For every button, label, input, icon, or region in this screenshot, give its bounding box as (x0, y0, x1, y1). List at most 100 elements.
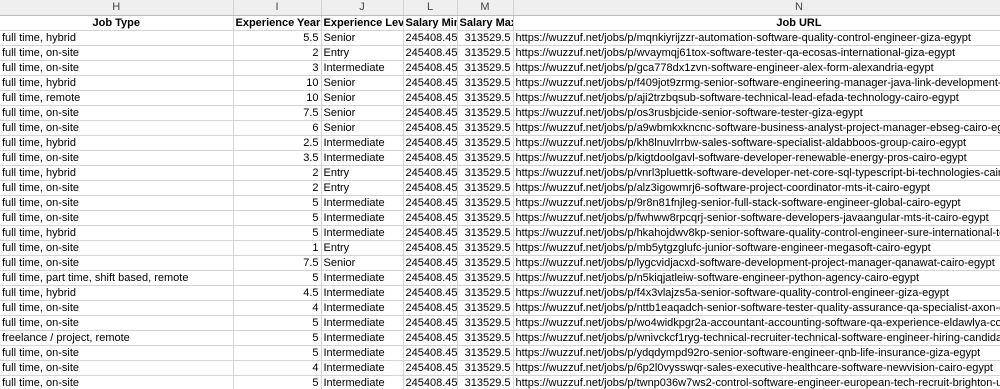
table-cell[interactable]: full time, on-site (0, 195, 234, 211)
header-cell[interactable]: Salary Min (403, 15, 458, 31)
table-cell[interactable]: 245408.45 (403, 210, 458, 226)
table-cell[interactable]: Intermediate (321, 360, 404, 376)
table-cell[interactable]: full time, on-site (0, 105, 234, 121)
table-cell[interactable]: full time, on-site (0, 360, 234, 376)
table-cell[interactable]: full time, on-site (0, 300, 234, 316)
table-cell[interactable]: 245408.45 (403, 315, 458, 331)
table-cell[interactable]: 313529.5 (457, 300, 514, 316)
table-cell[interactable]: Intermediate (321, 315, 404, 331)
table-cell[interactable]: Intermediate (321, 210, 404, 226)
table-cell[interactable]: https://wuzzuf.net/jobs/p/f409jot9zrmg-s… (513, 75, 1000, 91)
table-cell[interactable]: 245408.45 (403, 240, 458, 256)
column-header-m[interactable]: M (457, 0, 514, 16)
table-cell[interactable]: 2 (233, 45, 322, 61)
table-cell[interactable]: Intermediate (321, 150, 404, 166)
table-cell[interactable]: Intermediate (321, 300, 404, 316)
table-cell[interactable]: 313529.5 (457, 210, 514, 226)
table-cell[interactable]: full time, remote (0, 90, 234, 106)
table-cell[interactable]: 4 (233, 300, 322, 316)
table-cell[interactable]: Entry (321, 180, 404, 196)
table-cell[interactable]: https://wuzzuf.net/jobs/p/kigtdoolgavl-s… (513, 150, 1000, 166)
table-cell[interactable]: 313529.5 (457, 345, 514, 361)
table-cell[interactable]: https://wuzzuf.net/jobs/p/nttb1eaqadch-s… (513, 300, 1000, 316)
table-cell[interactable]: 313529.5 (457, 240, 514, 256)
table-cell[interactable]: full time, on-site (0, 315, 234, 331)
table-cell[interactable]: Senior (321, 255, 404, 271)
table-cell[interactable]: 245408.45 (403, 105, 458, 121)
table-cell[interactable]: 5 (233, 195, 322, 211)
table-cell[interactable]: Intermediate (321, 285, 404, 301)
table-cell[interactable]: full time, on-site (0, 150, 234, 166)
table-cell[interactable]: 245408.45 (403, 90, 458, 106)
table-cell[interactable]: full time, hybrid (0, 165, 234, 181)
table-cell[interactable]: full time, on-site (0, 210, 234, 226)
header-cell[interactable]: Job Type (0, 15, 234, 31)
table-cell[interactable]: Intermediate (321, 60, 404, 76)
table-cell[interactable]: Intermediate (321, 330, 404, 346)
table-cell[interactable]: 245408.45 (403, 165, 458, 181)
column-header-n[interactable]: N (513, 0, 1000, 16)
table-cell[interactable]: 313529.5 (457, 90, 514, 106)
table-cell[interactable]: https://wuzzuf.net/jobs/p/9r8n81fnjleg-s… (513, 195, 1000, 211)
table-cell[interactable]: freelance / project, remote (0, 330, 234, 346)
table-cell[interactable]: 5.5 (233, 30, 322, 46)
table-cell[interactable]: 313529.5 (457, 195, 514, 211)
table-cell[interactable]: 5 (233, 330, 322, 346)
table-cell[interactable]: https://wuzzuf.net/jobs/p/vnrl3pluettk-s… (513, 165, 1000, 181)
table-cell[interactable]: https://wuzzuf.net/jobs/p/wo4widkpgr2a-a… (513, 315, 1000, 331)
table-cell[interactable]: full time, hybrid (0, 285, 234, 301)
table-cell[interactable]: 313529.5 (457, 315, 514, 331)
table-cell[interactable]: 5 (233, 345, 322, 361)
table-cell[interactable]: https://wuzzuf.net/jobs/p/hkahojdwv8kp-s… (513, 225, 1000, 241)
table-cell[interactable]: 10 (233, 75, 322, 91)
table-cell[interactable]: https://wuzzuf.net/jobs/p/aji2trzbqsub-s… (513, 90, 1000, 106)
table-cell[interactable]: 4.5 (233, 285, 322, 301)
table-cell[interactable]: 6 (233, 120, 322, 136)
table-cell[interactable]: 313529.5 (457, 255, 514, 271)
table-cell[interactable]: Senior (321, 75, 404, 91)
table-cell[interactable]: https://wuzzuf.net/jobs/p/os3rusbjcide-s… (513, 105, 1000, 121)
table-cell[interactable]: https://wuzzuf.net/jobs/p/gca778dx1zvn-s… (513, 60, 1000, 76)
table-cell[interactable]: full time, on-site (0, 255, 234, 271)
table-cell[interactable]: 3 (233, 60, 322, 76)
table-cell[interactable]: 245408.45 (403, 60, 458, 76)
table-cell[interactable]: Intermediate (321, 375, 404, 389)
table-cell[interactable]: 245408.45 (403, 135, 458, 151)
table-cell[interactable]: 7.5 (233, 255, 322, 271)
column-header-j[interactable]: J (321, 0, 404, 16)
table-cell[interactable]: https://wuzzuf.net/jobs/p/mb5ytgzglufc-j… (513, 240, 1000, 256)
table-cell[interactable]: https://wuzzuf.net/jobs/p/f4x3vlajzs5a-s… (513, 285, 1000, 301)
header-cell[interactable]: Job URL (513, 15, 1000, 31)
table-cell[interactable]: 5 (233, 210, 322, 226)
table-cell[interactable]: https://wuzzuf.net/jobs/p/alz3igowmrj6-s… (513, 180, 1000, 196)
table-cell[interactable]: 313529.5 (457, 165, 514, 181)
table-cell[interactable]: Senior (321, 30, 404, 46)
table-cell[interactable]: 10 (233, 90, 322, 106)
table-cell[interactable]: 245408.45 (403, 30, 458, 46)
table-cell[interactable]: Entry (321, 240, 404, 256)
table-cell[interactable]: 5 (233, 375, 322, 389)
table-cell[interactable]: full time, on-site (0, 45, 234, 61)
table-cell[interactable]: 4 (233, 360, 322, 376)
table-cell[interactable]: 245408.45 (403, 375, 458, 389)
table-cell[interactable]: full time, hybrid (0, 75, 234, 91)
column-header-l[interactable]: L (403, 0, 458, 16)
table-cell[interactable]: full time, on-site (0, 375, 234, 389)
table-cell[interactable]: 245408.45 (403, 150, 458, 166)
table-cell[interactable]: https://wuzzuf.net/jobs/p/n5kiqjatleiw-s… (513, 270, 1000, 286)
table-cell[interactable]: https://wuzzuf.net/jobs/p/mqnkiyrijzzr-a… (513, 30, 1000, 46)
table-cell[interactable]: Senior (321, 90, 404, 106)
table-cell[interactable]: 5 (233, 270, 322, 286)
table-cell[interactable]: 245408.45 (403, 360, 458, 376)
table-cell[interactable]: 313529.5 (457, 360, 514, 376)
table-cell[interactable]: 313529.5 (457, 180, 514, 196)
table-cell[interactable]: full time, hybrid (0, 225, 234, 241)
table-cell[interactable]: 245408.45 (403, 75, 458, 91)
table-cell[interactable]: full time, part time, shift based, remot… (0, 270, 234, 286)
table-cell[interactable]: https://wuzzuf.net/jobs/p/wvaymqj61tox-s… (513, 45, 1000, 61)
table-cell[interactable]: Entry (321, 165, 404, 181)
table-cell[interactable]: https://wuzzuf.net/jobs/p/wnivckcf1ryg-t… (513, 330, 1000, 346)
table-cell[interactable]: Entry (321, 45, 404, 61)
table-cell[interactable]: 313529.5 (457, 30, 514, 46)
table-cell[interactable]: full time, hybrid (0, 30, 234, 46)
